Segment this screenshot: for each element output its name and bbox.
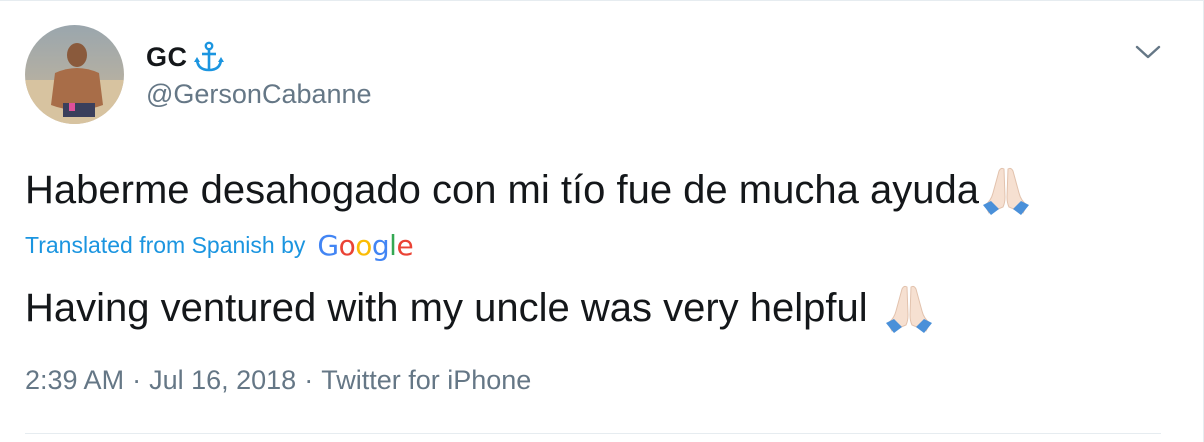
display-name-row[interactable]: GC	[146, 39, 226, 75]
tweet-source[interactable]: Twitter for iPhone	[321, 365, 531, 396]
google-logo-letter: G	[317, 228, 339, 262]
tweet-card: GC @GersonCabanne Haberme desahogado con…	[0, 0, 1204, 442]
google-logo-letter: o	[338, 228, 356, 262]
tweet-meta: 2:39 AM · Jul 16, 2018 · Twitter for iPh…	[25, 365, 531, 396]
divider	[25, 433, 1161, 434]
translation-attribution: Translated from Spanish by G o o g l e	[25, 227, 414, 263]
google-logo-letter: l	[389, 228, 397, 262]
google-logo-letter: g	[371, 228, 390, 262]
user-handle[interactable]: @GersonCabanne	[146, 79, 372, 110]
tweet-date[interactable]: Jul 16, 2018	[149, 365, 296, 396]
translated-from-label[interactable]: Translated from Spanish by	[25, 232, 305, 259]
google-logo: G o o g l e	[317, 229, 413, 262]
folded-hands-emoji	[979, 163, 1033, 217]
meta-separator: ·	[132, 365, 142, 395]
display-name[interactable]: GC	[146, 42, 188, 73]
more-options-button[interactable]	[1130, 37, 1166, 67]
chevron-down-icon	[1135, 45, 1161, 59]
tweet-original-text: Haberme desahogado con mi tío fue de muc…	[25, 163, 1033, 217]
tweet-original-text-content: Haberme desahogado con mi tío fue de muc…	[25, 168, 979, 212]
avatar[interactable]	[25, 25, 124, 124]
anchor-icon	[192, 40, 226, 74]
meta-separator: ·	[304, 365, 314, 395]
google-logo-letter: o	[355, 228, 372, 262]
tweet-translated-text: Having ventured with my uncle was very h…	[25, 281, 936, 335]
tweet-time[interactable]: 2:39 AM	[25, 365, 124, 396]
tweet-translated-text-content: Having ventured with my uncle was very h…	[25, 286, 868, 330]
folded-hands-emoji	[882, 281, 936, 335]
google-logo-letter: e	[396, 228, 414, 262]
